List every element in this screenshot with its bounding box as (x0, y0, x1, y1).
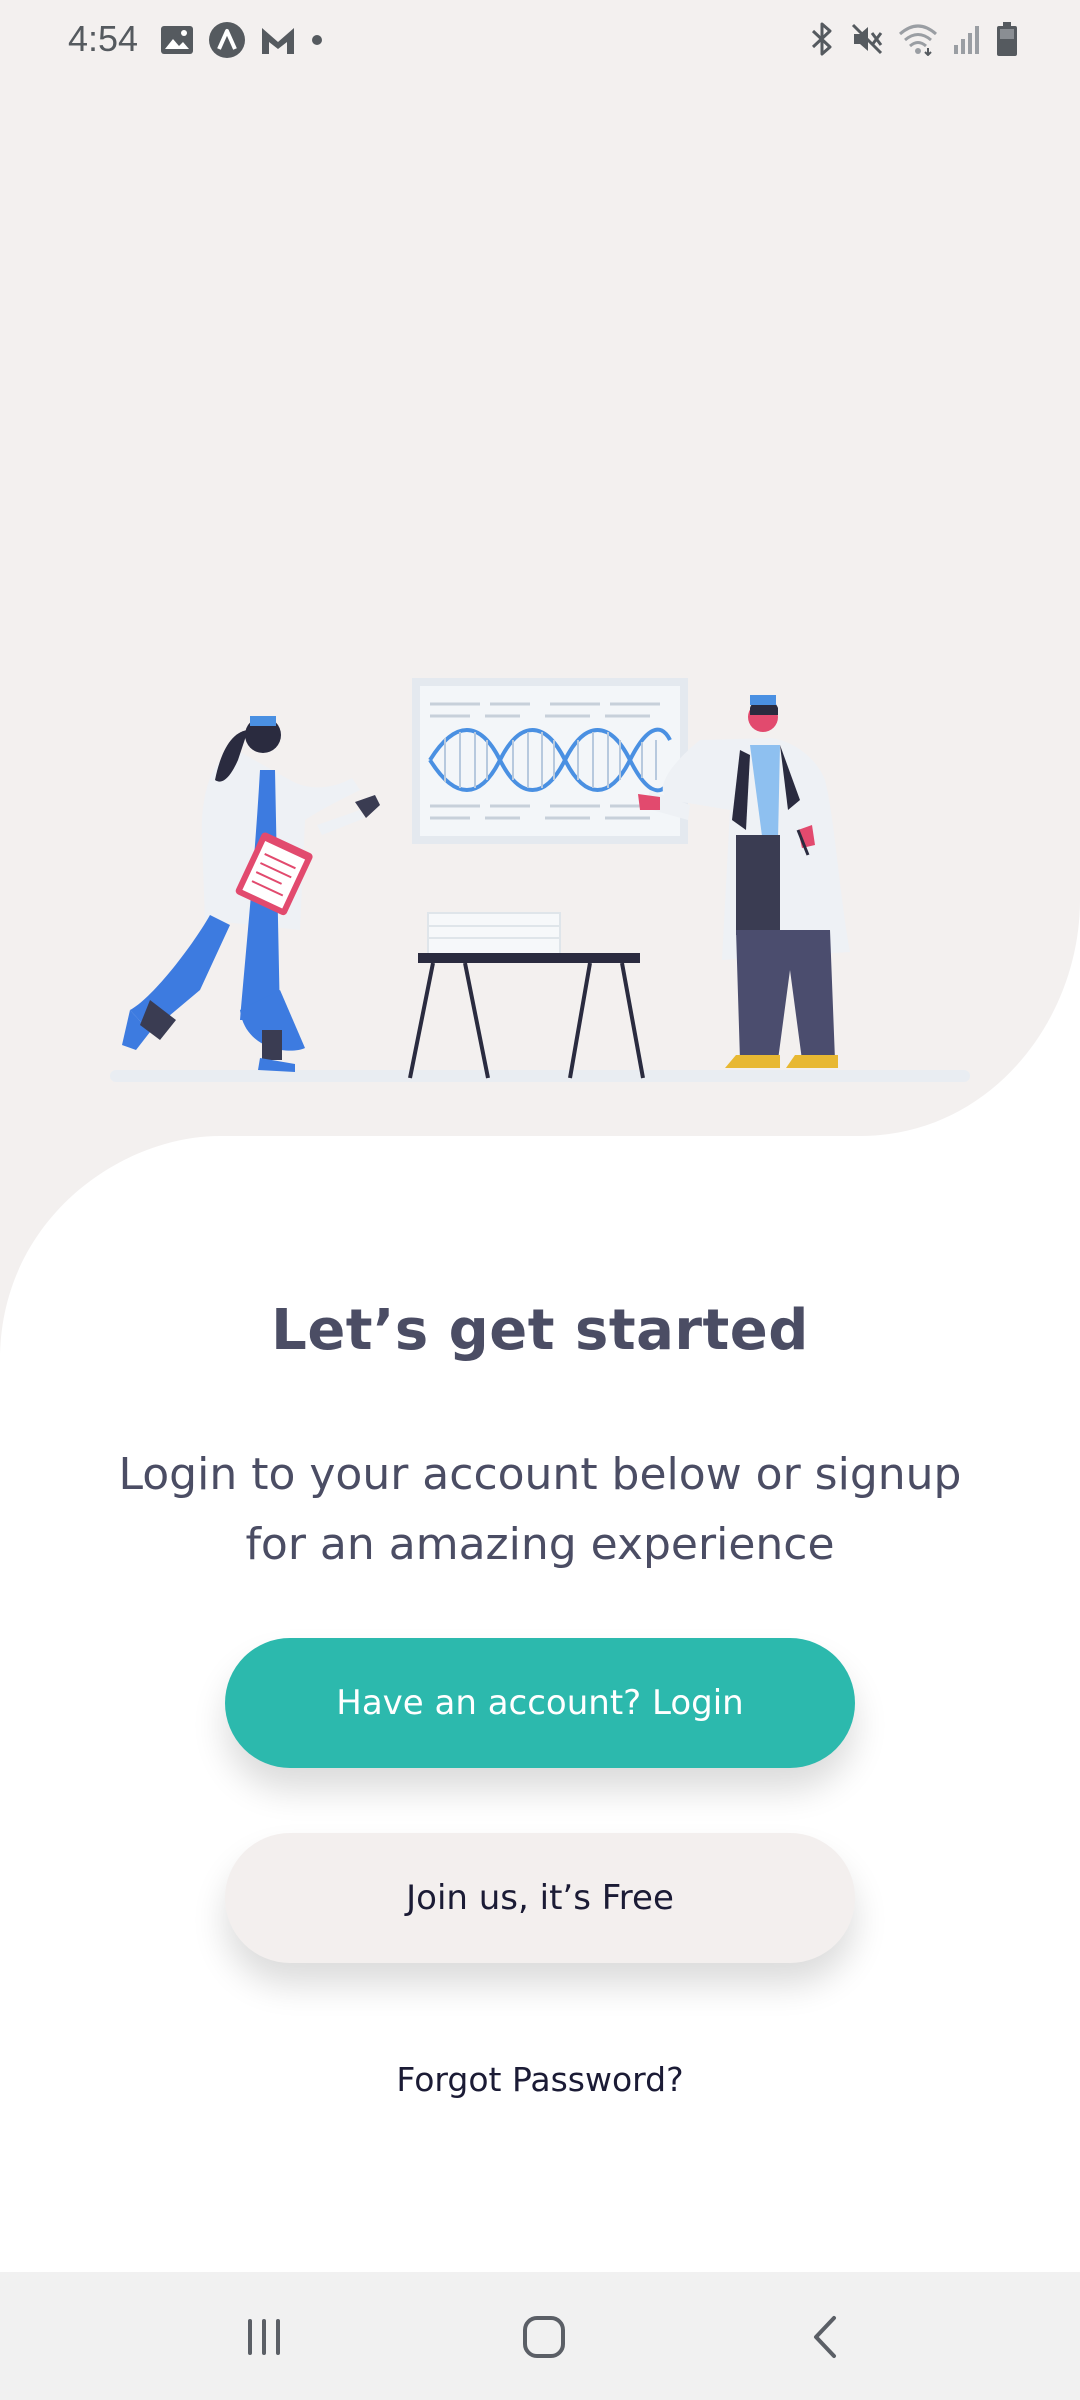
page-title: Let’s get started (271, 1298, 809, 1363)
mute-icon (851, 23, 883, 55)
table-with-papers (408, 912, 645, 1079)
home-button[interactable] (504, 2302, 584, 2372)
notification-dot-icon (312, 35, 322, 45)
system-nav-bar (0, 2272, 1080, 2400)
home-icon (523, 2316, 565, 2358)
login-button[interactable]: Have an account? Login (225, 1638, 855, 1768)
wifi-icon (899, 24, 937, 56)
recent-apps-button[interactable] (224, 2302, 304, 2372)
back-button[interactable] (786, 2302, 866, 2372)
status-right-icons (808, 18, 1018, 60)
back-icon (814, 2316, 836, 2358)
signal-icon (954, 26, 979, 54)
doctors-illustration (110, 678, 970, 1082)
app-m-icon (262, 28, 294, 54)
bluetooth-icon (811, 22, 832, 56)
gallery-icon (161, 26, 193, 54)
app-a-icon (209, 22, 245, 58)
battery-icon (997, 22, 1017, 56)
status-left-icons (160, 20, 324, 60)
recent-apps-icon (248, 2319, 280, 2355)
status-time: 4:54 (68, 18, 139, 59)
dna-board (412, 678, 688, 844)
page-subtitle: Login to your account below or signup fo… (118, 1449, 962, 1570)
female-doctor (122, 716, 380, 1072)
signup-button[interactable]: Join us, it’s Free (225, 1833, 855, 1963)
status-bar: 4:54 (0, 0, 1080, 80)
forgot-password-link[interactable]: Forgot Password? (0, 2060, 1080, 2099)
